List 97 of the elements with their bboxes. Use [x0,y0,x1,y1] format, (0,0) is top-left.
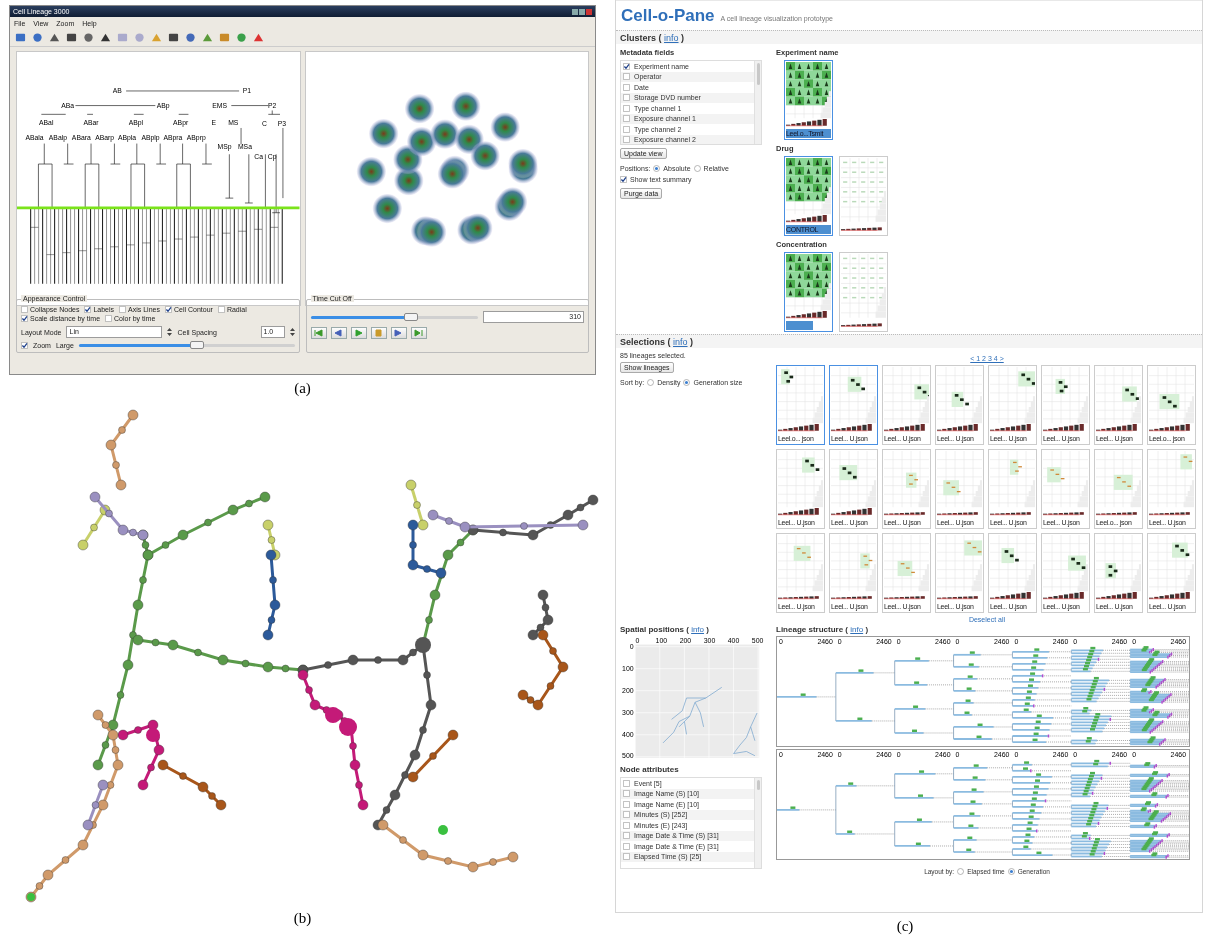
section-heading: Clusters ( info ) [616,30,1202,44]
checkbox[interactable] [623,94,630,102]
checkbox[interactable] [623,800,630,808]
step-back-button[interactable] [330,327,347,339]
lineage-thumbnail-drawing [990,535,1035,602]
lineage-thumbnail-drawing [1149,451,1194,518]
step-back-icon [334,329,343,337]
info-link[interactable]: info [850,625,864,634]
stop-icon [374,329,383,337]
slider-thumb[interactable] [404,312,418,321]
info-link[interactable]: info [673,337,688,347]
checkbox[interactable] [623,115,630,123]
lineage-thumbnail-drawing [1043,367,1088,434]
radio-button[interactable] [693,165,701,172]
checkbox[interactable] [217,306,225,313]
checkbox[interactable] [623,136,630,144]
step-forward-button[interactable] [390,327,407,339]
lineage-thumbnail-drawing [831,535,876,602]
info-link[interactable]: info [691,625,705,634]
checkbox[interactable] [623,73,630,81]
info-link[interactable]: info [664,33,679,43]
checkbox[interactable] [623,811,630,819]
lineage-thumbnail-drawing [1096,451,1141,518]
step-forward-icon [394,329,403,337]
last-frame-button[interactable] [410,327,427,339]
checkbox[interactable] [84,306,92,313]
figure-caption: (a) [294,380,311,396]
tool-icon[interactable] [49,32,60,43]
checkbox[interactable] [623,832,630,840]
skip-start-icon [314,329,323,337]
checkbox[interactable] [623,853,630,861]
play-button[interactable] [350,327,367,339]
window-controls-icon[interactable] [572,8,592,15]
radio-button[interactable] [653,165,661,172]
time-slider[interactable] [310,315,478,319]
lineage-thumbnail-drawing [937,367,982,434]
stop-button[interactable] [370,327,387,339]
lineage-thumbnail-drawing [1149,367,1194,434]
checkbox[interactable] [21,342,28,349]
cluster-thumbnail-drawing [786,62,831,129]
lineage-thumbnail-drawing [778,367,823,434]
radio-button[interactable] [683,379,691,386]
lineage-thumbnail-drawing [990,451,1035,518]
checkbox[interactable] [21,306,28,313]
lineage-thumbnail-drawing [884,367,929,434]
tool-icon[interactable] [100,32,111,43]
spin-arrows-icon[interactable] [289,328,295,336]
checkbox[interactable] [21,315,28,322]
radio-button[interactable] [1007,868,1015,875]
figure-caption: (b) [293,910,312,926]
lineage-thumbnail-drawing [937,451,982,518]
figure-caption: (c) [896,918,914,934]
lineage-thumbnail-drawing [831,451,876,518]
cluster-thumbnail-drawing [786,158,831,225]
lineage-thumbnail-drawing [1096,535,1141,602]
tool-icon[interactable] [168,32,179,43]
radio-button[interactable] [647,379,655,386]
cluster-card[interactable] [784,252,833,332]
checkbox[interactable] [623,62,630,70]
cluster-thumbnail-drawing [786,254,831,321]
lineage-thumbnail-drawing [831,367,876,434]
tool-icon[interactable] [66,32,77,43]
section-heading: Selections ( info ) [616,334,1202,348]
checkbox[interactable] [623,83,630,91]
checkbox[interactable] [105,315,113,322]
lineage-thumbnail-drawing [884,451,929,518]
zoom-slider[interactable] [78,344,295,347]
tool-icon[interactable] [83,32,94,43]
checkbox[interactable] [623,779,630,787]
checkbox[interactable] [119,306,127,313]
card-label-bar [786,321,813,330]
lineage-thumbnail-drawing [990,367,1035,434]
checkbox[interactable] [623,821,630,829]
radio-button[interactable] [957,868,965,875]
lineage-thumbnail-drawing [1096,367,1141,434]
slider-thumb[interactable] [190,341,205,349]
app-title: Cell-o-Pane [621,6,715,26]
lineage-thumbnail-drawing [1043,451,1088,518]
checkbox[interactable] [164,306,172,313]
lineage-thumbnail-drawing [1043,535,1088,602]
lineage-thumbnail-drawing [778,451,823,518]
lineage-thumbnail-drawing [778,535,823,602]
checkbox[interactable] [623,125,630,133]
checkbox[interactable] [620,176,627,183]
checkbox[interactable] [623,104,630,112]
list-title: Node attributes [620,765,680,774]
checkbox[interactable] [623,790,630,798]
section-heading: Lineage structure ( info ) [776,625,870,634]
skip-end-icon [414,329,423,337]
spin-arrows-icon[interactable] [167,328,173,336]
checkbox[interactable] [623,842,630,850]
play-icon [354,329,363,337]
lineage-thumbnail-drawing [1149,535,1194,602]
first-frame-button[interactable] [310,327,327,339]
lineage-thumbnail-drawing [884,535,929,602]
section-heading: Spatial positions ( info ) [620,625,710,634]
lineage-thumbnail-drawing [937,535,982,602]
